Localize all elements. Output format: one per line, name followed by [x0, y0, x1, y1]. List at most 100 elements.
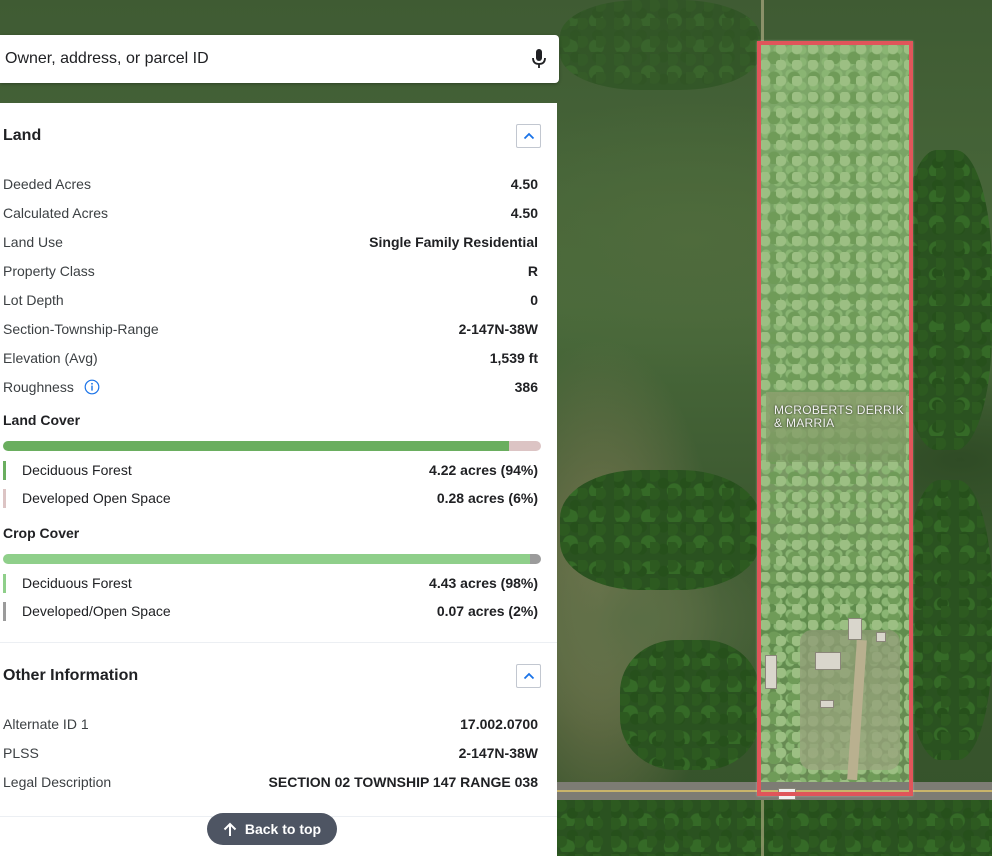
cover-legend-item: Deciduous Forest 4.43 acres (98%): [0, 569, 557, 597]
chevron-up-icon: [523, 672, 534, 680]
cover-bar-segment: [508, 441, 541, 451]
other-information-section: Other Information Alternate ID 1 17.002.0…: [0, 643, 557, 796]
cover-legend-value: 0.28 acres (6%): [436, 490, 538, 506]
legend-swatch: [3, 573, 6, 593]
cover-bar-segment: [530, 554, 541, 564]
info-row-label-text: PLSS: [3, 744, 39, 761]
info-row-value: Single Family Residential: [369, 233, 538, 250]
collapse-land-button[interactable]: [516, 124, 541, 148]
info-row-label-text: Lot Depth: [3, 291, 64, 308]
info-row-label-text: Legal Description: [3, 773, 112, 790]
info-row: Lot Depth 0: [0, 285, 557, 314]
info-row-value: 0: [530, 291, 538, 308]
map-tree-area: [905, 480, 992, 760]
info-row: Section-Township-Range 2-147N-38W: [0, 314, 557, 343]
info-row-value: 4.50: [510, 204, 538, 221]
info-row-label-text: Alternate ID 1: [3, 715, 89, 732]
cover-legend-value: 0.07 acres (2%): [436, 603, 538, 619]
info-row-label: Property Class: [3, 263, 95, 279]
info-row-label: Land Use: [3, 234, 63, 250]
info-row-label-text: Calculated Acres: [3, 204, 109, 221]
info-row: PLSS 2-147N-38W: [0, 738, 557, 767]
info-row: Calculated Acres 4.50: [0, 198, 557, 227]
cover-legend-text: Developed/Open Space: [22, 603, 171, 619]
cover-legend-text: Developed Open Space: [22, 490, 171, 506]
land-rows: Deeded Acres 4.50 Calculated Acres 4.50 Land…: [0, 169, 557, 401]
cover-legend-value: 4.22 acres (94%): [429, 462, 538, 478]
info-row-label: Legal Description: [3, 774, 111, 790]
cover-legend-label: Deciduous Forest: [3, 460, 132, 480]
cover-legend-label: Deciduous Forest: [3, 573, 132, 593]
info-row-label-text: Deeded Acres: [3, 175, 91, 192]
microphone-icon[interactable]: [519, 35, 559, 83]
info-row-label: Alternate ID 1: [3, 716, 89, 732]
info-row: Elevation (Avg) 1,539 ft: [0, 343, 557, 372]
map-tree-area: [557, 800, 992, 856]
search-input[interactable]: [0, 35, 519, 83]
info-row-label: Elevation (Avg): [3, 350, 98, 366]
info-row-label: Deeded Acres: [3, 176, 91, 192]
info-row-value: 386: [514, 378, 538, 395]
crop-cover-legend: Deciduous Forest 4.43 acres (98%) Develope…: [0, 569, 557, 625]
back-to-top-label: Back to top: [244, 821, 322, 837]
info-row-value: SECTION 02 TOWNSHIP 147 RANGE 038: [268, 773, 538, 790]
info-row-value: 2-147N-38W: [458, 744, 538, 761]
other-section-header: Other Information: [0, 643, 557, 709]
cover-legend-label: Developed/Open Space: [3, 601, 171, 621]
info-row-label: Section-Township-Range: [3, 321, 159, 337]
info-row-value: 17.002.0700: [460, 715, 538, 732]
land-cover-bar: [3, 441, 541, 451]
land-cover-title: Land Cover: [3, 412, 81, 428]
info-row: Alternate ID 1 17.002.0700: [0, 709, 557, 738]
parcel-details-panel: Land Deeded Acres 4.50 Calculated Acres 4.5…: [0, 103, 557, 856]
info-row-label-text: Property Class: [3, 262, 95, 279]
info-row-label-text: Section-Township-Range: [3, 320, 159, 337]
parcel-owner-label: MCROBERTS DERRIK & MARRIA: [774, 403, 904, 430]
cover-legend-item: Deciduous Forest 4.22 acres (94%): [0, 456, 557, 484]
info-row: Property Class R: [0, 256, 557, 285]
info-row-value: 1,539 ft: [489, 349, 538, 366]
land-section: Land Deeded Acres 4.50 Calculated Acres 4.5…: [0, 103, 557, 625]
search-bar: [0, 35, 559, 83]
info-row-label: Lot Depth: [3, 292, 64, 308]
map-tree-area: [560, 0, 760, 90]
cover-legend-value: 4.43 acres (98%): [429, 575, 538, 591]
cover-bar-segment: [3, 554, 531, 564]
cover-legend-text: Deciduous Forest: [22, 462, 132, 478]
info-icon[interactable]: [84, 379, 100, 395]
info-row-label: Calculated Acres: [3, 205, 108, 221]
back-to-top-button[interactable]: Back to top: [207, 813, 337, 845]
info-row: Legal Description SECTION 02 TOWNSHIP 147…: [0, 767, 557, 796]
crop-cover-bar: [3, 554, 541, 564]
legend-swatch: [3, 488, 6, 508]
info-row-label: PLSS: [3, 745, 39, 761]
land-cover-legend: Deciduous Forest 4.22 acres (94%) Develope…: [0, 456, 557, 512]
cover-legend-item: Developed Open Space 0.28 acres (6%): [0, 484, 557, 512]
legend-swatch: [3, 601, 6, 621]
info-row: Roughness 386: [0, 372, 557, 401]
info-row-label-text: Land Use: [3, 233, 63, 250]
cover-bar-segment: [3, 441, 509, 451]
legend-swatch: [3, 460, 6, 480]
cover-legend-label: Developed Open Space: [3, 488, 171, 508]
info-row-value: 4.50: [510, 175, 538, 192]
cover-legend-text: Deciduous Forest: [22, 575, 132, 591]
info-row-label: Roughness: [3, 379, 100, 395]
map-tree-area: [560, 470, 760, 590]
info-row-label-text: Elevation (Avg): [3, 349, 98, 366]
info-row-value: R: [527, 262, 538, 279]
cover-legend-item: Developed/Open Space 0.07 acres (2%): [0, 597, 557, 625]
arrow-up-icon: [223, 822, 237, 836]
crop-cover-title: Crop Cover: [3, 525, 80, 541]
other-rows: Alternate ID 1 17.002.0700 PLSS 2-147N-38W L…: [0, 709, 557, 796]
chevron-up-icon: [523, 132, 534, 140]
land-section-header: Land: [0, 103, 557, 169]
collapse-other-button[interactable]: [516, 664, 541, 688]
map-tree-area: [620, 640, 760, 770]
other-section-title: Other Information: [3, 667, 139, 684]
info-row-value: 2-147N-38W: [458, 320, 538, 337]
info-row: Land Use Single Family Residential: [0, 227, 557, 256]
map-tree-area: [900, 150, 992, 450]
land-section-title: Land: [3, 127, 42, 144]
info-row-label-text: Roughness: [3, 378, 74, 395]
